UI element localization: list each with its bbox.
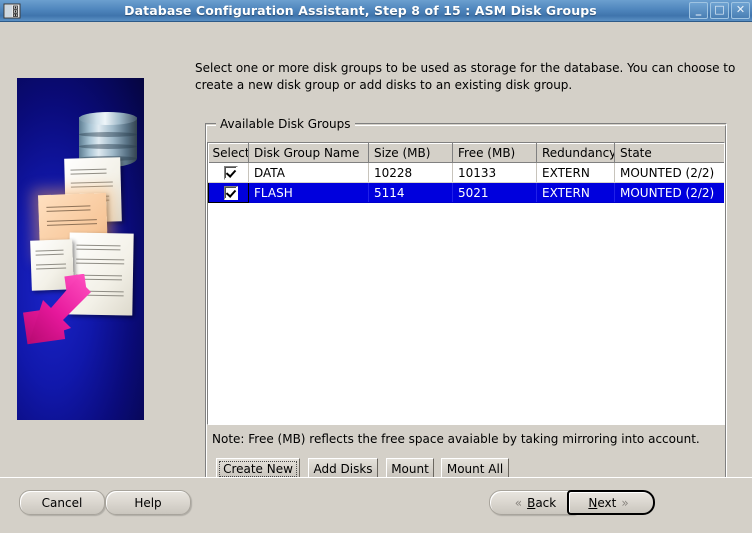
select-checkbox[interactable] [223,165,238,180]
next-label-rest: ext [597,495,617,510]
cell-redundancy: EXTERN [536,182,615,203]
cancel-button[interactable]: Cancel [19,490,105,515]
cell-free-mb: 5021 [452,182,537,203]
sidebar-illustration [17,78,144,420]
row-select-checkbox-cell[interactable] [208,162,249,183]
column-header-select[interactable]: Select [208,143,249,163]
arrow-icon [19,273,93,346]
navigation-buttons: « Back Next » [489,490,655,515]
dialog-footer: Cancel Help « Back Next » [0,477,752,533]
back-button[interactable]: « Back [489,490,577,515]
maximize-button[interactable]: □ [710,2,729,19]
close-icon: ✕ [735,3,746,16]
mount-all-label: Mount All [446,462,504,476]
cell-size-mb: 10228 [368,162,453,183]
mount-label: Mount [391,462,429,476]
column-header-disk-group-name[interactable]: Disk Group Name [248,143,369,163]
create-new-label: Create New [223,462,293,476]
app-icon [2,1,22,21]
column-header-free-mb[interactable]: Free (MB) [452,143,537,163]
next-button[interactable]: Next » [567,490,655,515]
dialog-window: Database Configuration Assistant, Step 8… [0,0,752,533]
panel-title: Available Disk Groups [216,117,355,131]
cancel-label: Cancel [41,495,83,510]
instruction-text: Select one or more disk groups to be use… [195,61,736,92]
back-label-rest: ack [535,495,557,510]
table-header-row: Select Disk Group Name Size (MB) Free (M… [208,143,724,163]
chevron-right-icon: » [621,495,629,510]
close-button[interactable]: ✕ [731,2,750,19]
chevron-left-icon: « [514,495,523,510]
add-disks-label: Add Disks [313,462,373,476]
column-header-redundancy[interactable]: Redundancy [536,143,615,163]
column-header-state[interactable]: State [614,143,724,163]
window-title: Database Configuration Assistant, Step 8… [124,3,597,18]
title-bar: Database Configuration Assistant, Step 8… [0,0,752,22]
help-button[interactable]: Help [105,490,191,515]
minimize-icon: _ [695,3,702,16]
note-text: Note: Free (MB) reflects the free space … [212,432,700,446]
next-label: Next [588,495,617,510]
table-row[interactable]: FLASH 5114 5021 EXTERN MOUNTED (2/2) [208,182,724,203]
cell-disk-group-name: DATA [248,162,369,183]
cell-free-mb: 10133 [452,162,537,183]
table-row[interactable]: DATA 10228 10133 EXTERN MOUNTED (2/2) [208,162,724,183]
cell-redundancy: EXTERN [536,162,615,183]
disk-groups-table[interactable]: Select Disk Group Name Size (MB) Free (M… [207,142,725,425]
column-header-size-mb[interactable]: Size (MB) [368,143,453,163]
minimize-button[interactable]: _ [689,2,708,19]
dialog-content: Select one or more disk groups to be use… [0,22,752,487]
cell-state: MOUNTED (2/2) [614,162,724,183]
maximize-icon: □ [714,3,725,16]
select-checkbox[interactable] [224,185,238,200]
cell-state: MOUNTED (2/2) [614,182,724,203]
help-label: Help [134,495,162,510]
back-label: Back [527,495,557,510]
cell-size-mb: 5114 [368,182,453,203]
row-select-checkbox-cell[interactable] [208,182,249,203]
cell-disk-group-name: FLASH [248,182,369,203]
